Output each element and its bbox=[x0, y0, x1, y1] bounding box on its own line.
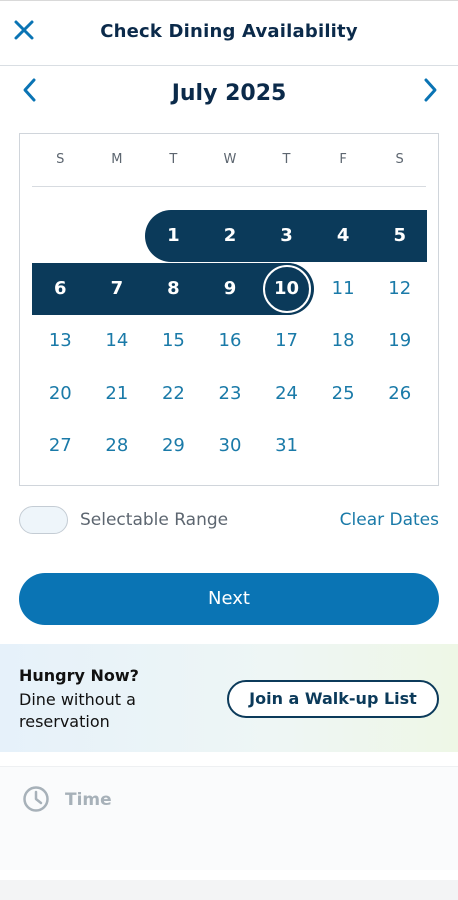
walk-up-heading: Hungry Now? bbox=[19, 666, 139, 685]
calendar-day[interactable]: 23 bbox=[206, 370, 254, 418]
calendar-day[interactable]: 10 bbox=[262, 264, 311, 313]
calendar-day[interactable]: 20 bbox=[36, 370, 84, 418]
calendar-day[interactable]: 26 bbox=[376, 370, 424, 418]
calendar-day[interactable]: 5 bbox=[376, 212, 424, 260]
calendar-day[interactable]: 12 bbox=[376, 265, 424, 313]
bottom-strip bbox=[0, 880, 458, 900]
calendar-grid: S M T W T F S 1 2 3 4 5 6 7 8 9 10 11 12 13 14 15 16 17 1… bbox=[19, 133, 439, 486]
weekday-label: M bbox=[111, 152, 123, 167]
weekday-label: T bbox=[169, 152, 178, 167]
calendar-day[interactable]: 19 bbox=[376, 317, 424, 365]
calendar-day[interactable]: 16 bbox=[206, 317, 254, 365]
clear-dates-link[interactable]: Clear Dates bbox=[340, 510, 439, 530]
calendar-day[interactable]: 29 bbox=[149, 422, 197, 470]
weekday-label: T bbox=[282, 152, 291, 167]
next-button[interactable]: Next bbox=[19, 573, 439, 625]
calendar-day[interactable]: 28 bbox=[93, 422, 141, 470]
calendar-day[interactable]: 18 bbox=[319, 317, 367, 365]
calendar-day[interactable]: 7 bbox=[93, 265, 141, 313]
clock-icon bbox=[23, 786, 49, 812]
weekday-header: S M T W T F S bbox=[32, 152, 428, 172]
calendar-day[interactable]: 21 bbox=[93, 370, 141, 418]
calendar-day[interactable]: 4 bbox=[319, 212, 367, 260]
calendar-day[interactable]: 17 bbox=[263, 317, 311, 365]
weekday-label: S bbox=[395, 152, 404, 167]
divider bbox=[32, 186, 426, 187]
weekday-label: F bbox=[339, 152, 347, 167]
selectable-range-swatch bbox=[19, 506, 68, 534]
header: Check Dining Availability bbox=[0, 0, 458, 66]
calendar-day[interactable]: 13 bbox=[36, 317, 84, 365]
walk-up-banner: Hungry Now? Dine without a reservation J… bbox=[0, 644, 458, 752]
time-label: Time bbox=[65, 790, 112, 810]
calendar-day[interactable]: 25 bbox=[319, 370, 367, 418]
legend-label: Selectable Range bbox=[80, 510, 229, 530]
time-selector[interactable]: Time bbox=[0, 766, 458, 870]
calendar-day[interactable]: 11 bbox=[319, 265, 367, 313]
calendar-day[interactable]: 2 bbox=[206, 212, 254, 260]
calendar-day[interactable]: 3 bbox=[263, 212, 311, 260]
calendar-day[interactable]: 31 bbox=[263, 422, 311, 470]
calendar-day[interactable]: 1 bbox=[149, 212, 197, 260]
calendar-day[interactable]: 24 bbox=[263, 370, 311, 418]
calendar-day[interactable]: 14 bbox=[93, 317, 141, 365]
weekday-label: W bbox=[223, 152, 237, 167]
walk-up-description: Dine without a reservation bbox=[19, 690, 136, 731]
weekday-label: S bbox=[56, 152, 65, 167]
month-navigation: July 2025 bbox=[0, 70, 458, 118]
chevron-right-icon[interactable] bbox=[418, 76, 442, 104]
calendar-day[interactable]: 30 bbox=[206, 422, 254, 470]
calendar-day[interactable]: 22 bbox=[149, 370, 197, 418]
legend: Selectable Range Clear Dates bbox=[19, 505, 439, 535]
calendar-day[interactable]: 15 bbox=[149, 317, 197, 365]
page-title: Check Dining Availability bbox=[100, 21, 358, 42]
join-walk-up-list-button[interactable]: Join a Walk-up List bbox=[227, 680, 439, 718]
calendar-day[interactable]: 9 bbox=[206, 265, 254, 313]
calendar-day[interactable]: 8 bbox=[149, 265, 197, 313]
month-title: July 2025 bbox=[171, 81, 287, 106]
calendar-day[interactable]: 6 bbox=[36, 265, 84, 313]
calendar-day[interactable]: 27 bbox=[36, 422, 84, 470]
